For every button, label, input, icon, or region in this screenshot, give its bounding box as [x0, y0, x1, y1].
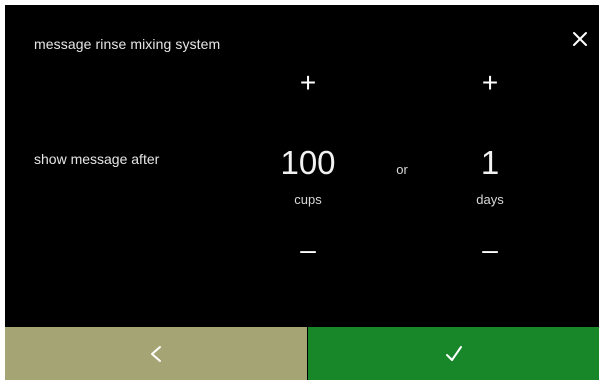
setting-label: show message after — [34, 151, 160, 167]
cups-unit: cups — [294, 192, 322, 207]
close-button[interactable] — [567, 26, 593, 52]
days-stepper: + 1 days – — [445, 65, 535, 275]
settings-screen: message rinse mixing system show message… — [5, 5, 599, 380]
days-increase-button[interactable]: + — [445, 68, 535, 102]
cups-value: 100 — [280, 144, 336, 181]
cups-stepper: + 100 cups – — [263, 65, 353, 275]
days-value: 1 — [480, 144, 500, 181]
chevron-left-icon — [151, 345, 161, 362]
confirm-button[interactable] — [308, 327, 599, 380]
close-icon — [573, 32, 587, 46]
cups-decrease-button[interactable]: – — [263, 235, 353, 269]
cups-increase-button[interactable]: + — [263, 68, 353, 102]
checkmark-icon — [445, 345, 462, 361]
days-decrease-button[interactable]: – — [445, 235, 535, 269]
screen-title: message rinse mixing system — [34, 36, 221, 52]
or-separator: or — [396, 162, 408, 177]
days-unit: days — [476, 192, 504, 207]
back-button[interactable] — [5, 327, 307, 380]
